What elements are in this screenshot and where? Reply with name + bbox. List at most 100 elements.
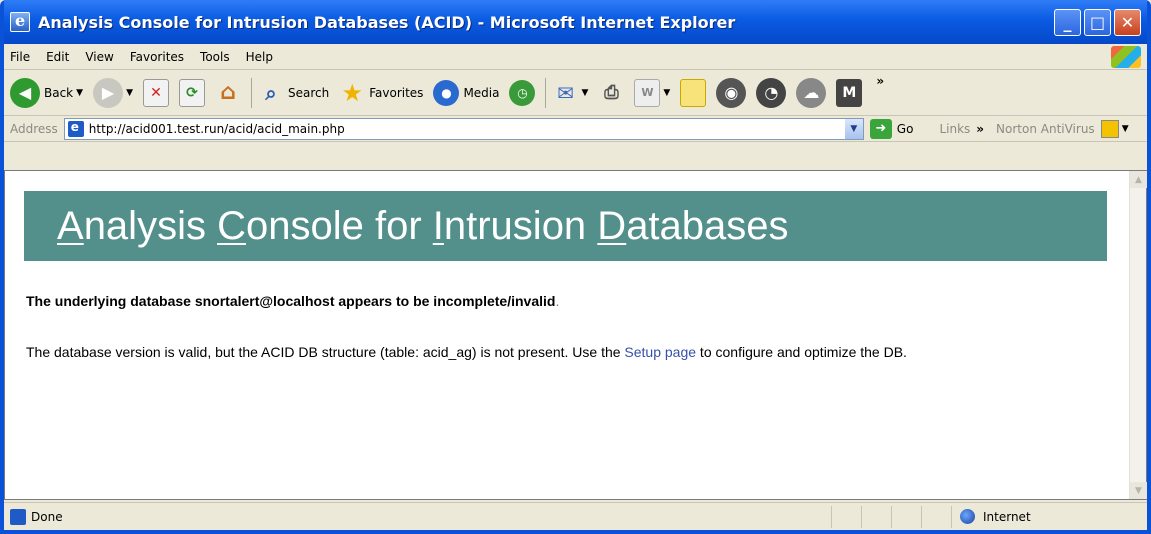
home-icon: ⌂ — [220, 80, 236, 105]
norton-dropdown-icon[interactable]: ▼ — [1122, 124, 1129, 134]
forward-button[interactable]: ▶ ▼ — [93, 77, 133, 108]
go-label: Go — [896, 121, 914, 136]
status-text: Done — [31, 509, 63, 524]
minimize-button[interactable]: _ — [1054, 8, 1081, 36]
mail-dropdown-icon[interactable]: ▼ — [581, 88, 588, 98]
status-cell — [891, 505, 921, 528]
back-dropdown-icon[interactable]: ▼ — [76, 88, 83, 98]
edit-icon: W — [634, 78, 661, 107]
zone-label: Internet — [983, 509, 1031, 524]
history-icon: ◷ — [509, 79, 536, 106]
forward-icon: ▶ — [93, 77, 124, 108]
warning-period: . — [555, 293, 560, 309]
go-button[interactable]: ➜ Go — [869, 118, 914, 139]
search-label: Search — [287, 85, 330, 100]
windows-logo-icon — [1111, 46, 1141, 68]
setup-page-link[interactable]: Setup page — [624, 344, 696, 360]
search-button[interactable]: ⌕ Search — [258, 79, 329, 107]
menu-bar: File Edit View Favorites Tools Help — [4, 44, 1147, 70]
menu-file[interactable]: File — [10, 50, 30, 64]
ie-icon[interactable] — [10, 11, 30, 32]
stop-button[interactable]: ✕ — [142, 78, 169, 107]
banner-title-part: atabases — [626, 204, 789, 248]
print-button[interactable]: ⎙ — [598, 79, 624, 107]
toolbar-separator — [250, 77, 252, 108]
banner-title-initial-i: I — [432, 204, 444, 248]
chat-icon: ☁ — [796, 77, 827, 108]
norton-icon[interactable] — [1100, 119, 1119, 138]
go-arrow-icon: ➜ — [869, 118, 892, 139]
address-bar: Address http://acid001.test.run/acid/aci… — [4, 116, 1147, 142]
internet-globe-icon — [960, 509, 975, 524]
links-button[interactable]: Links — [939, 122, 970, 136]
standard-toolbar: ◀ Back ▼ ▶ ▼ ✕ ⟳ ⌂ ⌕ Search ★ Favorites … — [4, 70, 1147, 116]
scroll-down-icon[interactable]: ▼ — [1130, 482, 1147, 499]
edit-dropdown-icon[interactable]: ▼ — [663, 88, 670, 98]
database-message: The database version is valid, but the A… — [26, 343, 1086, 362]
mail-icon: ✉ — [557, 80, 574, 105]
banner-title-part: ntrusion — [443, 204, 598, 248]
banner-title-initial-c: C — [217, 204, 246, 248]
edit-button[interactable]: W ▼ — [634, 78, 670, 107]
status-bar: Done Internet — [4, 502, 1147, 530]
title-bar[interactable]: Analysis Console for Intrusion Databases… — [4, 0, 1147, 44]
menu-favorites[interactable]: Favorites — [130, 50, 184, 64]
menu-tools[interactable]: Tools — [200, 50, 230, 64]
message-text-after: to configure and optimize the DB. — [696, 344, 907, 360]
banner-title-initial-d: D — [597, 204, 627, 248]
toolbar-overflow-chevron[interactable]: » — [876, 74, 884, 88]
menu-help[interactable]: Help — [246, 50, 273, 64]
address-url[interactable]: http://acid001.test.run/acid/acid_main.p… — [89, 122, 345, 136]
messenger-button[interactable]: ◉ — [716, 77, 747, 108]
mail-button[interactable]: ✉ ▼ — [552, 79, 588, 107]
research-button[interactable]: ◔ — [756, 77, 787, 108]
page-banner: Analysis Console for Intrusion Databases — [24, 191, 1107, 261]
chat-button[interactable]: ☁ — [796, 77, 827, 108]
favorites-icon: ★ — [341, 78, 363, 107]
print-icon: ⎙ — [604, 82, 619, 103]
favorites-label: Favorites — [369, 85, 424, 100]
menu-view[interactable]: View — [85, 50, 113, 64]
status-cell — [831, 505, 861, 528]
refresh-icon: ⟳ — [178, 78, 205, 107]
maximize-button[interactable]: □ — [1084, 8, 1111, 36]
browser-window: Analysis Console for Intrusion Databases… — [0, 0, 1151, 534]
menu-edit[interactable]: Edit — [46, 50, 69, 64]
vertical-scrollbar[interactable]: ▲ ▼ — [1129, 171, 1147, 499]
media-icon: ● — [433, 79, 460, 106]
discuss-button[interactable] — [680, 78, 707, 107]
scroll-up-icon[interactable]: ▲ — [1130, 171, 1147, 188]
page-icon — [67, 120, 84, 137]
norton-antivirus-label[interactable]: Norton AntiVirus — [996, 122, 1095, 136]
history-button[interactable]: ◷ — [509, 79, 536, 106]
back-icon: ◀ — [10, 77, 40, 108]
back-button[interactable]: ◀ Back ▼ — [10, 77, 83, 108]
page-status-icon — [10, 508, 26, 525]
refresh-button[interactable]: ⟳ — [178, 78, 205, 107]
mx-icon: M — [836, 78, 863, 107]
media-label: Media — [463, 85, 500, 100]
stop-icon: ✕ — [142, 78, 169, 107]
toolbar-separator — [545, 77, 547, 108]
media-button[interactable]: ● Media — [433, 79, 500, 106]
security-zone[interactable]: Internet — [951, 505, 1147, 528]
research-icon: ◔ — [756, 77, 787, 108]
favorites-button[interactable]: ★ Favorites — [339, 79, 423, 107]
search-icon: ⌕ — [265, 80, 277, 105]
warning-text: The underlying database snortalert@local… — [26, 293, 556, 309]
status-cell — [861, 505, 891, 528]
database-warning: The underlying database snortalert@local… — [26, 293, 559, 309]
address-dropdown-icon[interactable]: ▼ — [844, 118, 863, 139]
window-title: Analysis Console for Intrusion Databases… — [38, 12, 736, 32]
banner-title-part: onsole for — [245, 204, 433, 248]
forward-dropdown-icon[interactable]: ▼ — [126, 88, 133, 98]
address-input[interactable]: http://acid001.test.run/acid/acid_main.p… — [63, 117, 864, 140]
home-button[interactable]: ⌂ — [215, 79, 241, 107]
status-cell — [921, 505, 951, 528]
browser-client: File Edit View Favorites Tools Help ◀ Ba… — [4, 44, 1147, 530]
messenger-icon: ◉ — [716, 77, 747, 108]
banner-title-part: nalysis — [83, 204, 218, 248]
mx-button[interactable]: M — [836, 78, 863, 107]
close-button[interactable]: ✕ — [1114, 8, 1141, 36]
links-chevron[interactable]: » — [976, 122, 984, 136]
